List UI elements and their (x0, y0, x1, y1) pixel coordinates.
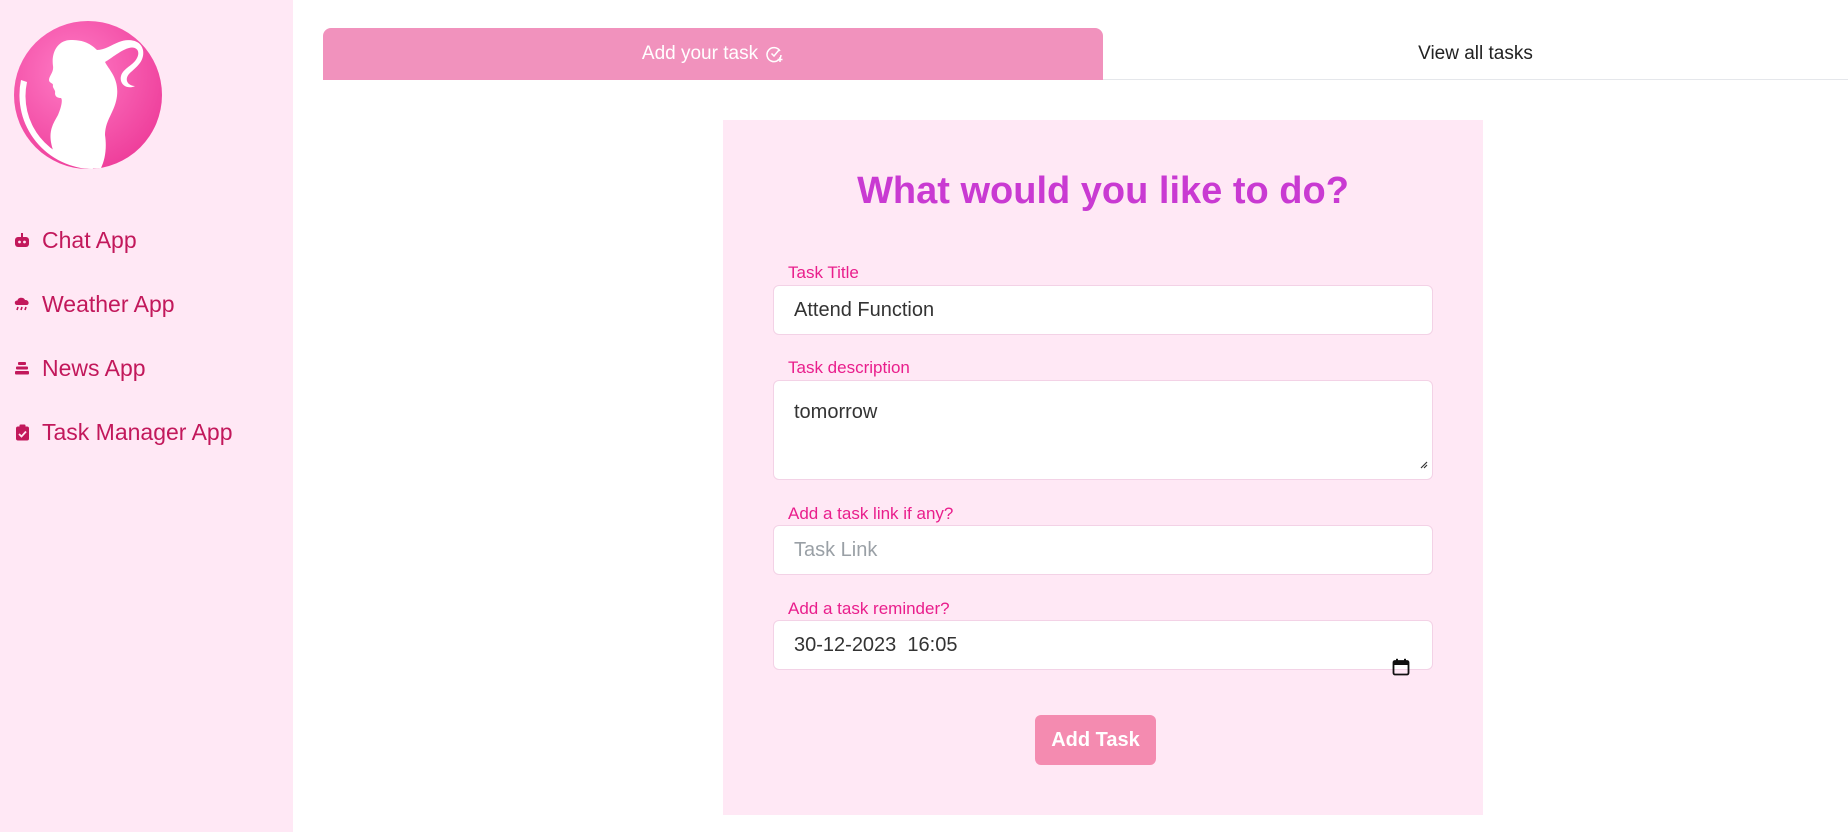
task-description-label: Task description (788, 358, 910, 377)
add-task-icon (766, 45, 784, 63)
task-link-label: Add a task link if any? (788, 504, 954, 523)
resize-grip-icon[interactable] (1418, 452, 1428, 475)
sidebar-item-news-app[interactable]: News App (13, 336, 233, 400)
task-description-value: tomorrow (794, 401, 878, 423)
tab-label: Add your task (641, 43, 759, 64)
task-title-value: Attend Function (794, 298, 935, 321)
sidebar: Chat App Weather App News App Task Manag… (0, 0, 293, 832)
task-form-card: What would you like to do? Task Title At… (723, 120, 1483, 815)
task-reminder-datetime-input[interactable]: 30-12-2023 16:05 (773, 620, 1433, 676)
task-description-textarea[interactable]: tomorrow (773, 380, 1433, 480)
sidebar-item-chat-app[interactable]: Chat App (13, 208, 233, 272)
sidebar-item-label: News App (42, 354, 146, 381)
task-title-input[interactable]: Attend Function (773, 285, 1433, 335)
add-task-button[interactable]: Add Task (1035, 715, 1156, 765)
sidebar-item-label: Chat App (42, 226, 137, 253)
calendar-icon[interactable] (1348, 635, 1410, 705)
clipboard-check-icon (13, 423, 31, 441)
sidebar-item-label: Weather App (42, 290, 175, 317)
sidebar-item-weather-app[interactable]: Weather App (13, 272, 233, 336)
tab-view-all-tasks[interactable]: View all tasks (1103, 28, 1848, 80)
task-link-placeholder: Task Link (794, 538, 878, 561)
sidebar-item-task-manager-app[interactable]: Task Manager App (13, 400, 233, 464)
sidebar-item-label: Task Manager App (42, 418, 233, 445)
tab-label: View all tasks (1418, 43, 1533, 64)
cloud-rain-icon (13, 295, 31, 313)
task-reminder-value: 30-12-2023 16:05 (794, 633, 958, 656)
task-reminder-label: Add a task reminder? (788, 599, 950, 618)
task-link-input[interactable]: Task Link (773, 525, 1433, 575)
task-title-label: Task Title (788, 263, 859, 282)
app-logo[interactable] (13, 20, 164, 171)
layers-icon (13, 359, 31, 377)
tab-add-task[interactable]: Add your task (323, 28, 1103, 80)
main-content: Add your task View all tasks What would … (293, 0, 1848, 832)
form-title: What would you like to do? (857, 170, 1349, 212)
tab-bar: Add your task View all tasks (323, 28, 1848, 80)
robot-icon (13, 231, 31, 249)
sidebar-nav: Chat App Weather App News App Task Manag… (13, 208, 233, 464)
